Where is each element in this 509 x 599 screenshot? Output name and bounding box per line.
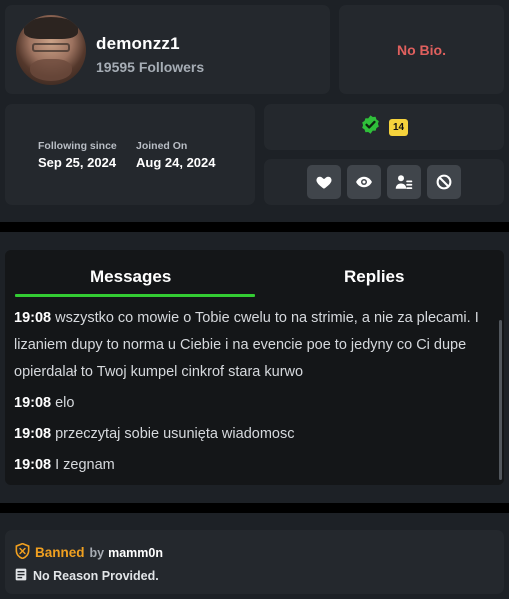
ban-by-label: by — [89, 545, 105, 560]
followers-count: 19595 Followers — [96, 59, 205, 75]
message-item: 19:08 wszystko co mowie o Tobie cwelu to … — [14, 305, 490, 386]
message-list: 19:08 wszystko co mowie o Tobie cwelu to … — [14, 305, 490, 483]
tab-active-indicator — [15, 294, 255, 297]
follow-heart-button[interactable] — [307, 165, 341, 199]
following-since-value: Sep 25, 2024 — [38, 155, 117, 170]
user-card-icon — [395, 175, 413, 190]
badges-card: 14 — [264, 104, 504, 150]
heart-icon — [316, 176, 332, 189]
message-text: elo — [55, 395, 75, 411]
message-item: 19:08 przeczytaj sobie usunięta wiadomosc — [14, 421, 490, 448]
avatar-glasses — [32, 43, 70, 52]
message-item: 19:08 elo — [14, 390, 490, 417]
ban-reason-line: No Reason Provided. — [15, 568, 159, 584]
watch-button[interactable] — [347, 165, 381, 199]
joined-on: Joined On Aug 24, 2024 — [136, 140, 216, 170]
ban-card: Banned by mamm0n No Reason Provided. — [5, 530, 504, 594]
bio-card: No Bio. — [339, 5, 504, 94]
avatar[interactable] — [16, 15, 86, 85]
tab-messages[interactable]: Messages — [90, 267, 171, 287]
following-since-label: Following since — [38, 140, 117, 152]
age-badge: 14 — [389, 118, 408, 136]
shield-icon — [15, 542, 30, 562]
message-text: przeczytaj sobie usunięta wiadomosc — [55, 426, 295, 442]
block-icon — [436, 174, 452, 190]
message-time: 19:08 — [14, 426, 52, 442]
document-icon — [15, 568, 27, 584]
ban-reason: No Reason Provided. — [33, 569, 159, 583]
following-since: Following since Sep 25, 2024 — [38, 140, 117, 170]
message-time: 19:08 — [14, 310, 52, 326]
avatar-beard — [30, 59, 72, 81]
tab-replies[interactable]: Replies — [344, 267, 404, 287]
actions-card — [264, 159, 504, 205]
user-card-button[interactable] — [387, 165, 421, 199]
ban-by-user[interactable]: mamm0n — [108, 546, 163, 560]
message-scrollbar[interactable] — [499, 320, 502, 480]
ban-status: Banned — [35, 545, 85, 560]
joined-on-label: Joined On — [136, 140, 188, 152]
avatar-hair — [24, 17, 78, 39]
verified-check-icon — [360, 114, 381, 140]
block-button[interactable] — [427, 165, 461, 199]
message-text: wszystko co mowie o Tobie cwelu to na st… — [14, 310, 479, 380]
profile-card: demonzz1 19595 Followers — [5, 5, 330, 94]
eye-icon — [356, 176, 372, 188]
message-text: I zegnam — [55, 457, 115, 473]
bio-text: No Bio. — [397, 41, 446, 58]
messages-panel: Messages Replies 19:08 wszystko co mowie … — [5, 250, 504, 485]
ban-status-line: Banned by mamm0n — [15, 542, 163, 562]
message-item: 19:08 I zegnam — [14, 452, 490, 479]
dates-card: Following since Sep 25, 2024 Joined On A… — [5, 104, 255, 205]
username: demonzz1 — [96, 34, 180, 53]
section-divider — [0, 222, 509, 232]
message-time: 19:08 — [14, 395, 52, 411]
joined-on-value: Aug 24, 2024 — [136, 155, 216, 170]
message-time: 19:08 — [14, 457, 52, 473]
section-divider — [0, 503, 509, 513]
